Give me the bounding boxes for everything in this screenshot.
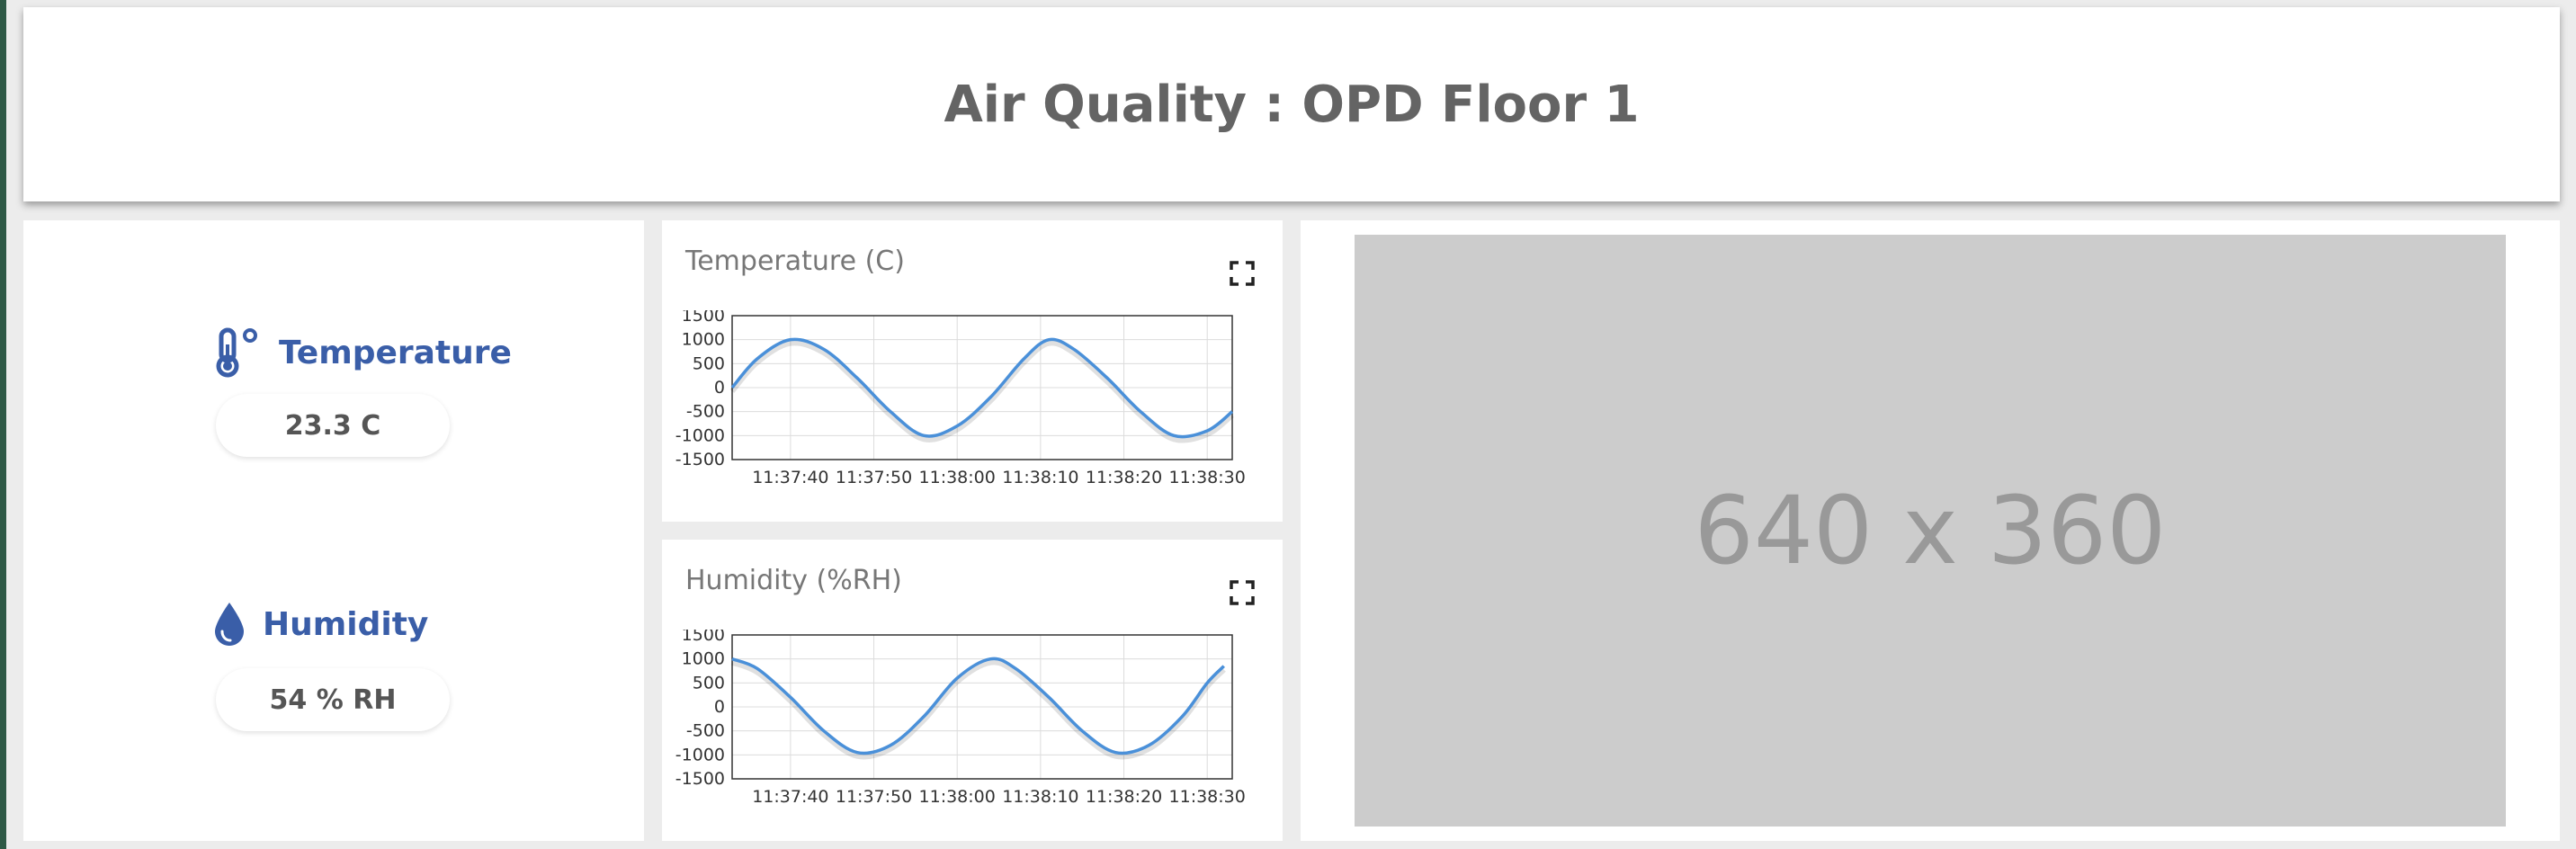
thermometer-icon	[216, 327, 257, 378]
x-tick-label: 11:38:30	[1169, 468, 1246, 487]
y-tick-label: -1000	[675, 425, 725, 445]
humidity-label: Humidity	[263, 605, 429, 643]
x-tick-label: 11:38:00	[919, 787, 996, 807]
humidity-chart-title: Humidity (%RH)	[685, 565, 902, 596]
x-tick-label: 11:37:40	[752, 787, 828, 807]
x-tick-label: 11:37:40	[752, 468, 828, 487]
x-tick-label: 11:37:50	[836, 787, 912, 807]
x-tick-label: 11:38:30	[1169, 787, 1246, 807]
x-tick-label: 11:37:50	[836, 468, 912, 487]
y-tick-label: -500	[686, 721, 725, 741]
y-tick-label: -1500	[675, 769, 725, 789]
y-tick-label: 0	[714, 697, 725, 717]
fullscreen-icon[interactable]	[1229, 260, 1256, 287]
left-edge-bar	[0, 0, 6, 849]
y-tick-label: -1000	[675, 745, 725, 764]
y-tick-label: 1000	[682, 330, 725, 350]
temperature-label: Temperature	[279, 334, 512, 371]
humidity-chart-card: Humidity (%RH) 1500 1000 500 0 -500 -1000 -150…	[662, 540, 1283, 841]
y-tick-label: 1500	[682, 310, 725, 326]
y-tick-label: 1500	[682, 630, 725, 645]
video-placeholder: 640 x 360	[1355, 235, 2506, 827]
video-card: 640 x 360	[1301, 220, 2560, 841]
x-tick-label: 11:38:10	[1002, 787, 1078, 807]
header-card: Air Quality : OPD Floor 1	[23, 7, 2560, 201]
water-drop-icon	[215, 603, 244, 646]
temperature-chart: 1500 1000 500 0 -500 -1000 -1500 11:37:40 11:37:…	[675, 310, 1246, 487]
y-tick-label: -500	[686, 402, 725, 422]
humidity-chart: 1500 1000 500 0 -500 -1000 -1500 11:37:40 11:37:…	[675, 630, 1246, 807]
x-tick-label: 11:38:20	[1086, 468, 1162, 487]
x-tick-label: 11:38:10	[1002, 468, 1078, 487]
humidity-value-box: 54 % RH	[216, 668, 450, 731]
page-title: Air Quality : OPD Floor 1	[944, 75, 1640, 134]
temperature-heading: Temperature	[212, 326, 512, 379]
fullscreen-icon[interactable]	[1229, 579, 1256, 606]
series-line	[731, 657, 1225, 755]
y-tick-label: 1000	[682, 649, 725, 669]
placeholder-text: 640 x 360	[1694, 476, 2167, 585]
temperature-value: 23.3 C	[284, 409, 381, 442]
temperature-chart-title: Temperature (C)	[685, 246, 905, 277]
y-tick-label: -1500	[675, 450, 725, 469]
humidity-value: 54 % RH	[269, 684, 397, 716]
temperature-chart-card: Temperature (C) 1500 1000 500 0 -500 -1000 -15…	[662, 220, 1283, 522]
x-tick-label: 11:38:20	[1086, 787, 1162, 807]
y-tick-label: 500	[693, 673, 725, 693]
x-tick-label: 11:38:00	[919, 468, 996, 487]
y-tick-label: 500	[693, 353, 725, 373]
sensor-values-card: Temperature 23.3 C Humidity 54 % RH	[23, 220, 644, 841]
series-shadow	[730, 659, 1226, 760]
y-tick-label: 0	[714, 378, 725, 398]
humidity-heading: Humidity	[212, 601, 428, 648]
temperature-value-box: 23.3 C	[216, 394, 450, 457]
